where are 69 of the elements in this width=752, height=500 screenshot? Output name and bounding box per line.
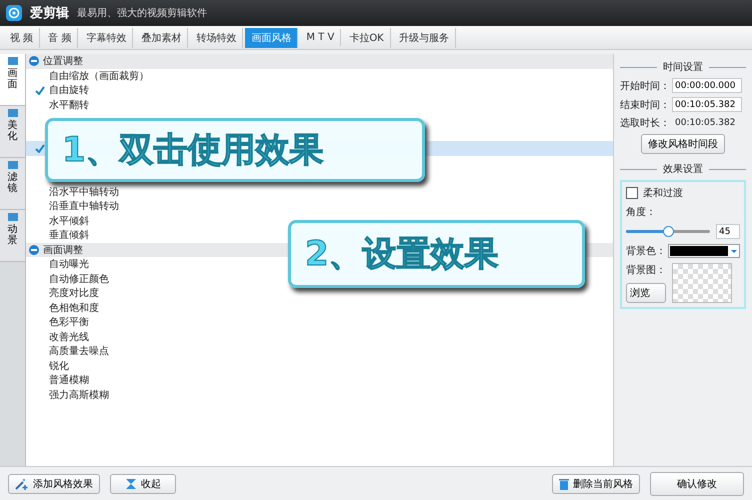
checkmark-icon [35, 86, 45, 95]
magic-wand-icon [15, 478, 29, 490]
effect-item[interactable]: 色彩平衡 [49, 315, 89, 330]
effect-item[interactable]: 亮度对比度 [49, 286, 99, 300]
effect-item[interactable]: 水平翻转 [49, 98, 89, 112]
effect-item[interactable]: 改善光线 [49, 330, 89, 344]
effect-item[interactable]: 色相饱和度 [49, 300, 99, 315]
browse-button[interactable]: 浏览 [626, 283, 666, 303]
field-label: 背景色： [626, 244, 666, 258]
instruction-banner: 1、双击使用效果 [45, 118, 425, 182]
color-dropdown[interactable] [668, 244, 740, 258]
field-label: 背景图： [626, 264, 666, 277]
group-label: 位置调整 [43, 54, 83, 68]
delete-style-button[interactable]: 删除当前风格 [552, 474, 640, 494]
main-tab[interactable]: 字幕特效 [80, 28, 134, 48]
app-logo-icon [6, 5, 22, 21]
effect-item[interactable]: 垂直倾斜 [49, 228, 89, 242]
effect-item[interactable]: 强力高斯模糊 [49, 388, 109, 402]
instruction-banner: 2、设置效果 [288, 220, 585, 288]
app-tagline: 最易用、强大的视频剪辑软件 [77, 6, 207, 20]
effect-item[interactable]: 自动修正颜色 [49, 272, 109, 286]
main-tab[interactable]: M T V [300, 29, 342, 46]
collapse-icon[interactable] [29, 56, 39, 66]
main-tab[interactable]: 叠加素材 [135, 28, 188, 48]
tab-icon [6, 108, 18, 118]
effect-item[interactable]: 自动曝光 [49, 257, 89, 272]
image-preview [672, 263, 732, 303]
side-tab[interactable]: 画面 [0, 54, 25, 106]
side-tab[interactable]: 美化 [0, 106, 25, 158]
tab-icon [6, 56, 18, 66]
side-tab[interactable]: 动景 [0, 210, 25, 262]
effect-item[interactable]: 沿水平中轴转动 [49, 184, 119, 199]
effect-item[interactable]: 锐化 [49, 358, 69, 373]
main-tab[interactable]: 转场特效 [190, 28, 244, 48]
field-label: 选取时长： [620, 116, 670, 130]
effect-item[interactable]: 水平倾斜 [49, 214, 89, 228]
tab-icon [6, 212, 18, 222]
edit-time-button[interactable]: 修改风格时间段 [641, 134, 725, 154]
main-tab[interactable]: 卡拉OK [343, 28, 391, 48]
collapse-button[interactable]: 收起 [110, 474, 176, 494]
section-title: 效果设置 [620, 162, 746, 176]
time-field[interactable]: 00:10:05.382 [672, 97, 742, 112]
main-tab[interactable]: 音 频 [42, 28, 78, 48]
checkbox[interactable] [626, 187, 638, 199]
checkmark-icon [35, 144, 45, 153]
time-field[interactable]: 00:00:00.000 [672, 78, 742, 93]
checkbox-label: 柔和过渡 [643, 186, 683, 200]
effect-item[interactable]: 普通模糊 [49, 373, 89, 388]
effect-item[interactable]: 自由缩放（画面裁剪） [49, 68, 149, 83]
side-tab[interactable]: 滤镜 [0, 158, 25, 210]
field-label: 开始时间： [620, 80, 670, 92]
hourglass-icon [125, 478, 137, 490]
effect-item[interactable]: 高质量去噪点 [49, 344, 109, 358]
field-label: 结束时间： [620, 98, 670, 112]
confirm-button[interactable]: 确认修改 [650, 472, 744, 496]
effect-item[interactable]: 自由旋转 [49, 83, 89, 98]
add-effect-button[interactable]: 添加风格效果 [8, 474, 100, 494]
tab-icon [6, 160, 18, 170]
effect-item[interactable]: 沿垂直中轴转动 [49, 199, 119, 214]
duration-value: 00:10:05.382 [674, 118, 736, 128]
section-title: 时间设置 [620, 60, 746, 74]
main-tab[interactable]: 升级与服务 [392, 28, 456, 48]
main-tab[interactable]: 视 频 [4, 28, 40, 48]
group-label: 画面调整 [43, 244, 83, 257]
app-name: 爱剪辑 [30, 4, 69, 22]
trash-icon [559, 478, 569, 490]
angle-field[interactable]: 45 [716, 224, 740, 239]
angle-label: 角度： [626, 206, 657, 219]
collapse-icon[interactable] [29, 244, 39, 255]
